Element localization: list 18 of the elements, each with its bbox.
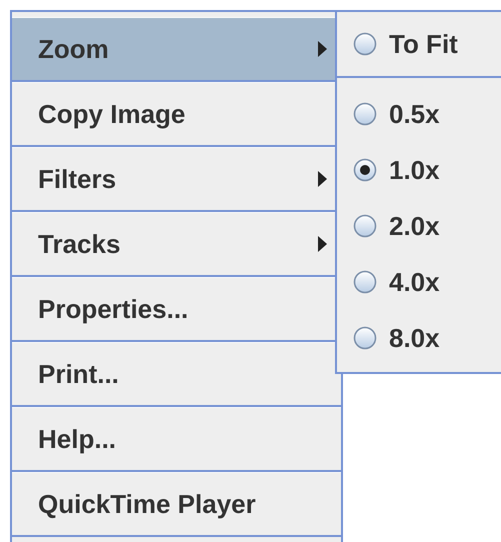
radio-label: 1.0x <box>389 154 440 186</box>
submenu-arrow-icon <box>318 41 327 57</box>
submenu-arrow-icon <box>318 236 327 252</box>
radio-label: To Fit <box>389 28 458 60</box>
menu-item[interactable]: Help... <box>12 407 341 472</box>
radio-button[interactable] <box>353 102 377 126</box>
radio-button[interactable] <box>353 32 377 56</box>
radio-label: 4.0x <box>389 266 440 298</box>
radio-label: 0.5x <box>389 98 440 130</box>
radio-label: 8.0x <box>389 322 440 354</box>
menu-item[interactable]: QuickTime Player <box>12 472 341 537</box>
radio-button[interactable] <box>353 326 377 350</box>
menu-item[interactable]: Print... <box>12 342 341 407</box>
submenu-arrow-icon <box>318 171 327 187</box>
radio-label: 2.0x <box>389 210 440 242</box>
radio-button[interactable] <box>353 158 377 182</box>
radio-button[interactable] <box>353 214 377 238</box>
radio-button[interactable] <box>353 270 377 294</box>
